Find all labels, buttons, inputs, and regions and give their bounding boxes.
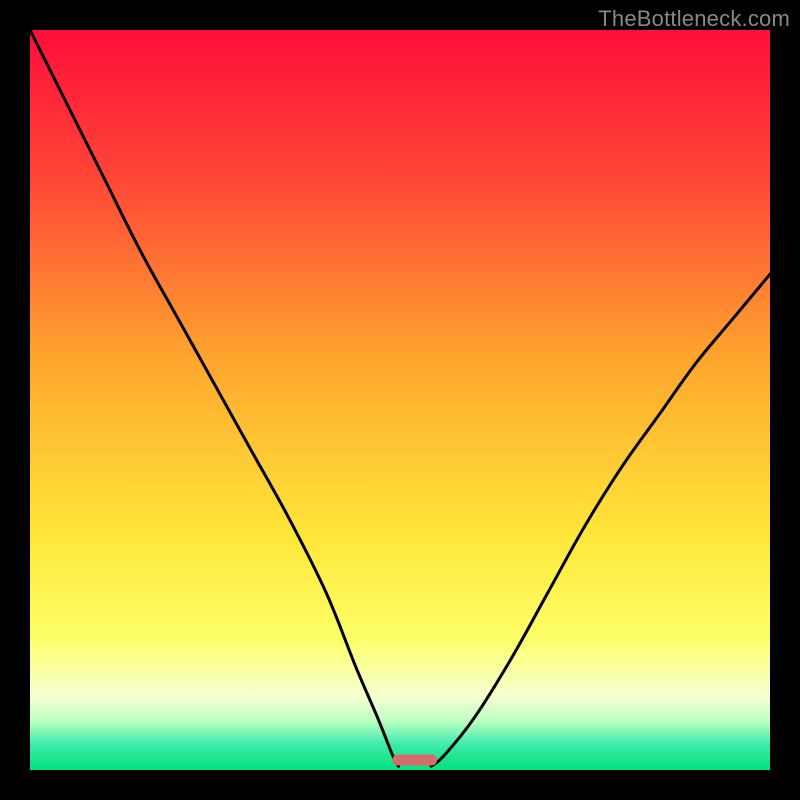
chart-frame: TheBottleneck.com <box>0 0 800 800</box>
plot-background <box>30 30 770 770</box>
plot-area <box>30 30 770 770</box>
plot-svg <box>30 30 770 770</box>
watermark-text: TheBottleneck.com <box>598 6 790 32</box>
bottleneck-marker <box>393 754 437 765</box>
